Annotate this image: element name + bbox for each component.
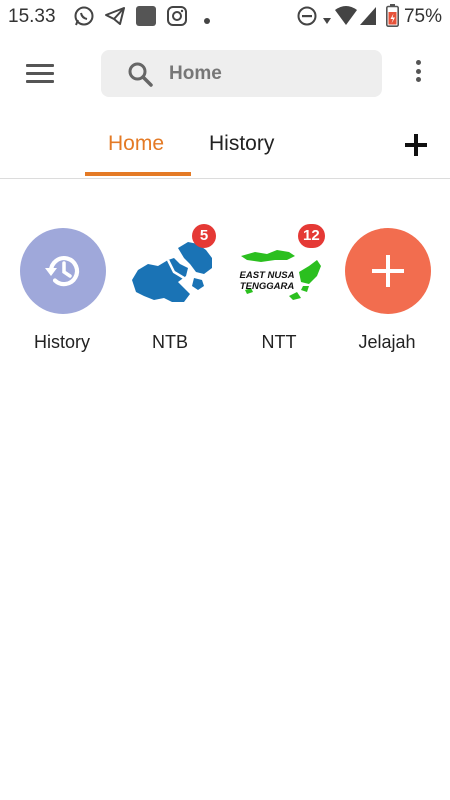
ntt-map-text: EAST NUSA TENGGARA [239,270,295,292]
app-bar: Home [0,34,450,114]
battery-icon [386,4,399,32]
wifi-icon [334,5,358,32]
shortcut-label: NTB [152,332,188,352]
status-bar: 15.33 75% [0,0,450,34]
notification-badge: 5 [192,224,216,248]
tab-home[interactable]: Home [108,132,164,156]
dnd-icon [296,5,318,32]
instagram-icon [166,5,188,32]
add-tab-icon[interactable] [405,134,427,156]
shortcut-ntb[interactable]: 5 NTB [118,224,222,358]
history-icon [43,251,83,296]
notification-badge: 12 [298,224,325,248]
menu-icon[interactable] [26,64,54,84]
shortcut-ntt[interactable]: EAST NUSA TENGGARA 12 NTT [227,224,331,358]
data-arrow-icon [323,13,331,31]
search-text: Home [169,63,222,84]
jelajah-circle [345,228,431,314]
signal-icon [359,5,377,32]
dot-icon [203,12,211,30]
shortcut-jelajah[interactable]: Jelajah [335,228,439,358]
whatsapp-icon [73,5,95,32]
search-icon [127,61,153,92]
search-bar[interactable]: Home [101,50,382,97]
add-icon [372,255,404,292]
tab-bar: Home History [0,114,450,179]
history-circle [20,228,106,314]
more-options-icon[interactable] [408,60,428,88]
shortcut-history[interactable]: History [10,228,114,358]
app-icon [135,5,157,32]
battery-percent: 75% [403,6,442,27]
status-time: 15.33 [8,6,56,27]
shortcut-label: Jelajah [358,332,416,352]
shortcut-label: NTT [261,332,297,352]
shortcut-label: History [33,332,90,352]
tab-history[interactable]: History [209,132,274,156]
telegram-icon [104,5,126,32]
active-tab-indicator [85,172,191,176]
